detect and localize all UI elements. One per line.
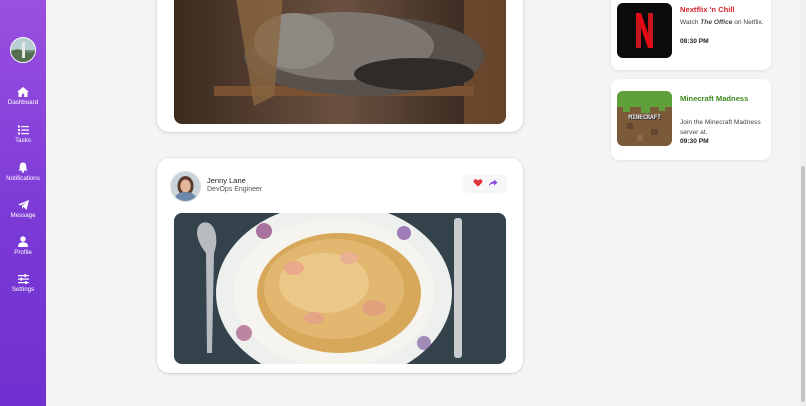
avatar[interactable] bbox=[10, 37, 36, 63]
sidebar: Dashboard Tasks Notifications Message Pr… bbox=[0, 0, 46, 406]
author-role: DevOps Engineer bbox=[207, 186, 263, 193]
netflix-logo bbox=[617, 3, 672, 58]
event-title: Minecraft Madness bbox=[680, 94, 749, 103]
event-card-netflix[interactable]: Nextflix 'n Chill Watch The Office on Ne… bbox=[611, 0, 771, 70]
post-image-cat[interactable] bbox=[174, 0, 506, 124]
event-time: 09:30 PM bbox=[680, 138, 709, 145]
tasks-icon bbox=[17, 125, 29, 135]
post-card bbox=[157, 0, 523, 132]
cat-photo bbox=[174, 0, 506, 124]
post-image-pasta[interactable] bbox=[174, 213, 506, 364]
bell-icon bbox=[18, 162, 28, 173]
heart-icon[interactable] bbox=[473, 178, 483, 188]
scrollbar-thumb[interactable] bbox=[801, 166, 805, 402]
minecraft-wordmark: MINECRAFT bbox=[628, 113, 661, 121]
author-name[interactable]: Jenny Lane bbox=[207, 176, 246, 185]
user-icon bbox=[18, 236, 28, 247]
sidebar-item-message[interactable]: Message bbox=[0, 200, 46, 219]
netflix-n-icon bbox=[636, 13, 653, 48]
sidebar-item-label: Dashboard bbox=[7, 99, 39, 106]
event-card-minecraft[interactable]: MINECRAFT Minecraft Madness Join the Min… bbox=[611, 79, 771, 160]
post-actions bbox=[464, 175, 506, 191]
sidebar-item-label: Notifications bbox=[6, 175, 40, 182]
event-time: 08:30 PM bbox=[680, 38, 709, 45]
share-icon[interactable] bbox=[488, 178, 498, 188]
minecraft-logo: MINECRAFT bbox=[617, 91, 672, 146]
page-scrollbar[interactable] bbox=[800, 0, 806, 406]
sidebar-item-label: Message bbox=[10, 212, 36, 219]
event-description: Watch The Office on Netflix. bbox=[680, 19, 764, 26]
sidebar-item-profile[interactable]: Profile bbox=[0, 236, 46, 256]
sliders-icon bbox=[17, 274, 29, 284]
sidebar-item-dashboard[interactable]: Dashboard bbox=[0, 87, 46, 106]
event-title: Nextflix 'n Chill bbox=[680, 5, 735, 14]
home-icon bbox=[17, 87, 29, 97]
sidebar-item-label: Settings bbox=[11, 286, 35, 293]
sidebar-item-label: Tasks bbox=[15, 137, 31, 144]
sidebar-item-notifications[interactable]: Notifications bbox=[0, 162, 46, 182]
pasta-photo bbox=[174, 213, 506, 364]
event-description: Join the Minecraft Madness server at. bbox=[680, 119, 761, 136]
sidebar-item-tasks[interactable]: Tasks bbox=[0, 125, 46, 144]
author-avatar[interactable] bbox=[170, 171, 201, 202]
post-card: Jenny Lane DevOps Engineer bbox=[157, 158, 523, 373]
avatar-image bbox=[11, 38, 35, 62]
sidebar-item-label: Profile bbox=[14, 249, 32, 256]
sidebar-item-settings[interactable]: Settings bbox=[0, 274, 46, 293]
author-photo bbox=[171, 172, 200, 201]
paper-plane-icon bbox=[17, 200, 29, 210]
